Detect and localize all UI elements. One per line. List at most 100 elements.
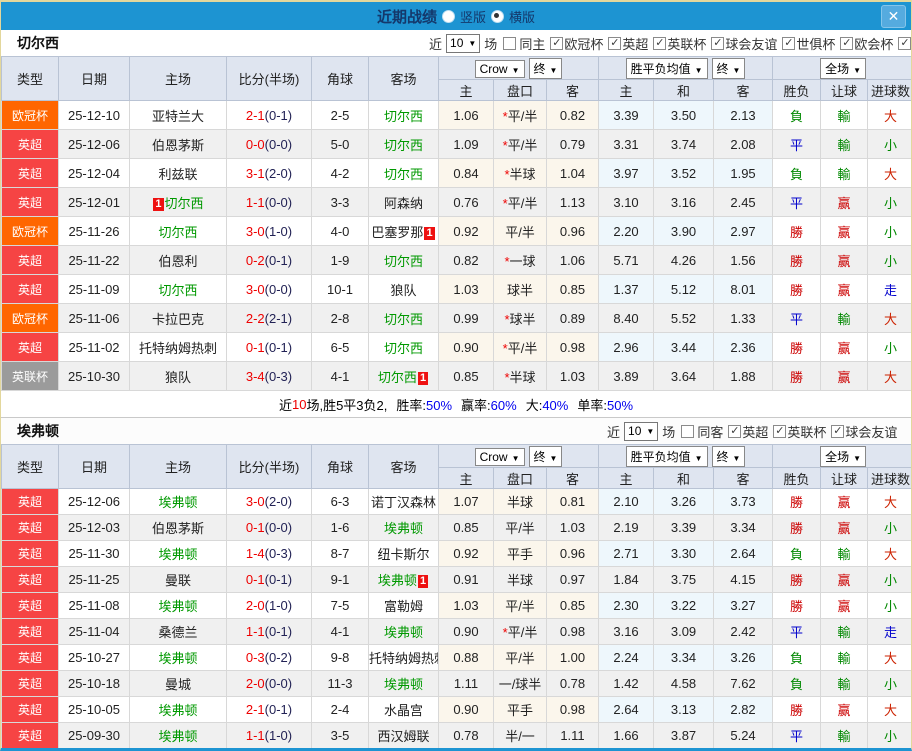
away-odds-cell: 0.98 — [545, 332, 600, 362]
star-icon: * — [502, 137, 508, 153]
avg-home-cell: 2.20 — [598, 216, 655, 246]
corner-cell: 5-0 — [311, 129, 369, 159]
avg-away-cell: 3.34 — [713, 514, 774, 541]
goals-result-cell: 小 — [867, 592, 911, 619]
handicap-cell: 平手 — [493, 696, 547, 723]
match-row: 英超 25-11-25 曼联 0-1(0-1) 9-1 埃弗顿 1 0.91 半球… — [1, 566, 911, 593]
league-checkbox-label: 球会友谊 — [725, 36, 778, 52]
match-row: 欧冠杯 25-11-26 切尔西 3-0(1-0) 4-0 巴塞罗那 1 0.92… — [1, 216, 911, 246]
away-team-cell: 阿森纳 — [368, 187, 439, 217]
same-venue-checkbox[interactable] — [503, 36, 517, 50]
handicap-result-cell: 赢 — [820, 216, 869, 246]
corner-cell: 4-1 — [311, 361, 369, 391]
score-cell: 2-0(0-0) — [226, 670, 312, 697]
match-count-select[interactable]: 10 ▼ — [624, 421, 659, 441]
score-cell: 0-0(0-0) — [226, 129, 312, 159]
same-venue-checkbox[interactable] — [681, 424, 695, 438]
score-cell: 3-0(2-0) — [226, 488, 312, 515]
score-cell: 1-1(1-0) — [226, 722, 312, 748]
summary-stat: 单率:50% — [577, 397, 634, 413]
final-odds-dropdown[interactable]: 终 ▼ — [528, 57, 563, 79]
team-label: 伯恩茅斯 — [151, 521, 204, 536]
home-odds-cell: 0.84 — [438, 158, 494, 188]
close-icon[interactable]: ✕ — [881, 5, 906, 28]
column-header: 比分(半场) — [226, 56, 312, 101]
final-odds-dropdown[interactable]: 终 ▼ — [528, 445, 563, 467]
full-match-dropdown[interactable]: 全场 ▼ — [820, 445, 866, 467]
avg-home-cell: 2.64 — [598, 696, 655, 723]
match-type-badge: 英超 — [1, 187, 59, 217]
league-checkbox[interactable]: ✓ — [608, 36, 622, 50]
match-row: 英超 25-11-30 埃弗顿 1-4(0-3) 8-7 纽卡斯尔 0.92 平… — [1, 540, 911, 567]
handicap-result-cell: 赢 — [820, 187, 869, 217]
bookmaker-dropdown[interactable]: Crow ▼ — [474, 447, 525, 466]
away-odds-cell: 0.97 — [545, 566, 600, 593]
team-label: 亚特兰大 — [151, 108, 204, 124]
chevron-down-icon: ▼ — [549, 65, 558, 75]
result-cell: 勝 — [772, 696, 822, 723]
match-type-badge: 欧冠杯 — [1, 100, 59, 130]
avg-dropdown[interactable]: 胜平负均值 ▼ — [625, 57, 708, 79]
final-avg-dropdown[interactable]: 终 ▼ — [711, 445, 746, 467]
away-team-cell: 狼队 — [368, 274, 439, 304]
home-odds-cell: 0.78 — [438, 722, 494, 748]
star-icon: * — [502, 340, 508, 356]
home-team-cell: 亚特兰大 — [129, 100, 227, 130]
avg-draw-cell: 3.30 — [653, 540, 715, 567]
chevron-down-icon: ▼ — [853, 453, 861, 463]
score-cell: 0-1(0-1) — [226, 566, 312, 593]
avg-dropdown[interactable]: 胜平负均值 ▼ — [625, 445, 708, 467]
avg-draw-cell: 3.50 — [653, 100, 715, 130]
team-label: 埃弗顿 — [158, 703, 198, 718]
league-checkbox[interactable]: ✓ — [898, 36, 911, 50]
home-odds-cell: 0.82 — [438, 245, 494, 275]
goals-result-cell: 小 — [867, 187, 911, 217]
match-row: 英超 25-12-03 伯恩茅斯 0-1(0-0) 1-6 埃弗顿 0.85 平… — [1, 514, 911, 541]
league-checkbox[interactable]: ✓ — [653, 36, 667, 50]
vertical-layout-radio[interactable] — [441, 9, 455, 23]
column-subheader: 主 — [598, 79, 655, 101]
league-checkbox[interactable]: ✓ — [728, 424, 742, 438]
horizontal-layout-label: 横版 — [509, 9, 536, 25]
handicap-result-cell: 輸 — [820, 670, 869, 697]
full-match-dropdown[interactable]: 全场 ▼ — [820, 57, 866, 79]
avg-home-cell: 3.89 — [598, 361, 655, 391]
avg-group-header: 胜平负均值 ▼ 终 ▼ — [598, 444, 774, 468]
bookmaker-dropdown[interactable]: Crow ▼ — [474, 59, 525, 78]
horizontal-layout-radio[interactable] — [491, 9, 504, 23]
column-subheader: 客 — [545, 79, 600, 101]
score-cell: 0-2(0-1) — [226, 245, 312, 275]
home-team-cell: 伯恩茅斯 — [129, 514, 227, 541]
avg-draw-cell: 5.12 — [653, 274, 715, 304]
home-odds-cell: 0.85 — [438, 514, 494, 541]
date-cell: 25-09-30 — [58, 722, 130, 748]
avg-home-cell: 5.71 — [598, 245, 655, 275]
league-checkbox-label: 英超 — [622, 36, 649, 52]
avg-away-cell: 1.33 — [713, 303, 774, 333]
league-checkbox[interactable]: ✓ — [831, 424, 845, 438]
home-odds-cell: 0.88 — [438, 644, 494, 671]
league-checkbox[interactable]: ✓ — [711, 36, 725, 50]
corner-cell: 6-3 — [311, 488, 369, 515]
avg-away-cell: 1.88 — [713, 361, 774, 391]
team-label: 桑德兰 — [158, 625, 198, 640]
handicap-cell: 平/半 — [493, 216, 547, 246]
league-checkbox-label: 英联杯 — [667, 36, 707, 52]
match-count-select[interactable]: 10 ▼ — [446, 33, 481, 53]
team-label: 伯恩茅斯 — [151, 137, 204, 153]
avg-draw-cell: 4.26 — [653, 245, 715, 275]
league-checkbox[interactable]: ✓ — [840, 36, 854, 50]
home-odds-cell: 1.11 — [438, 670, 494, 697]
results-table: 类型 日期 主场 比分(半场) 角球 客场 Crow ▼ 终 ▼ 胜平负均值 ▼ 终 ▼ 全场 ▼ 主盘… — [1, 56, 911, 391]
chevron-down-icon: ▼ — [732, 453, 741, 463]
league-checkbox[interactable]: ✓ — [550, 36, 564, 50]
handicap-result-cell: 赢 — [820, 361, 869, 391]
recent-results-window: 近期战绩 竖版 横版 ✕ 切尔西 近 10 ▼ 场 同主 ✓ 欧冠杯 ✓ 英超 ✓ 英联杯 ✓… — [0, 0, 912, 751]
corner-cell: 2-8 — [311, 303, 369, 333]
match-row: 英超 25-11-04 桑德兰 1-1(0-1) 4-1 埃弗顿 0.90 *平… — [1, 618, 911, 645]
league-checkbox[interactable]: ✓ — [782, 36, 796, 50]
league-checkbox[interactable]: ✓ — [773, 424, 787, 438]
handicap-cell: 平手 — [493, 540, 547, 567]
final-avg-dropdown[interactable]: 终 ▼ — [711, 57, 746, 79]
corner-cell: 8-7 — [311, 540, 369, 567]
